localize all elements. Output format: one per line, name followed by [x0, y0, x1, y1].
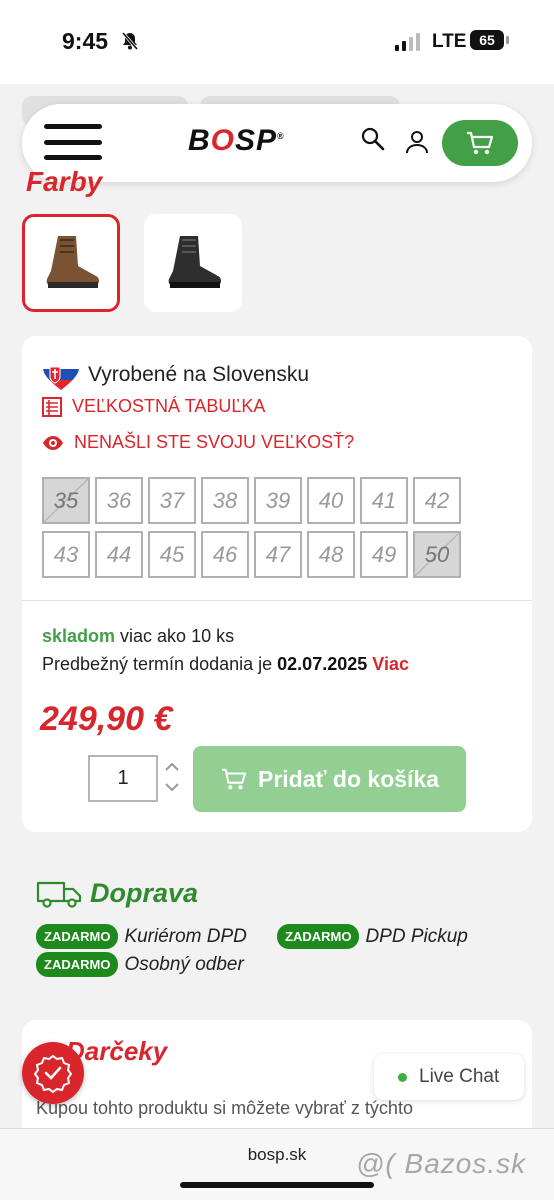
size-table-link[interactable]: Veľkostná tabuľka	[42, 396, 265, 417]
size-option[interactable]: 38	[201, 477, 249, 524]
bosp-logo[interactable]: BOSP®	[188, 124, 285, 158]
size-option[interactable]: 41	[360, 477, 408, 524]
chevron-down-icon[interactable]	[164, 782, 180, 792]
discount-badge-button[interactable]	[22, 1042, 84, 1104]
size-option[interactable]: 36	[95, 477, 143, 524]
delivery-date: 02.07.2025	[277, 654, 368, 674]
free-badge: ZADARMO	[277, 924, 360, 949]
size-grid: 35 36 37 38 39 40 41 42 43 44 45 46 47 48 49 50	[42, 477, 484, 578]
made-in-row: Vyrobené na Slovensku	[42, 358, 309, 392]
chevron-up-icon[interactable]	[164, 762, 180, 772]
size-option[interactable]: 40	[307, 477, 355, 524]
cart-icon	[467, 131, 494, 155]
stock-status: skladom	[42, 626, 116, 646]
add-to-cart-label: Pridať do košíka	[257, 765, 440, 792]
delivery-info: Predbežný termín dodania je 02.07.2025 V…	[42, 654, 409, 674]
size-option: 50	[413, 531, 461, 578]
black-boot-image	[168, 236, 221, 288]
user-icon[interactable]	[405, 130, 429, 154]
table-icon	[42, 396, 62, 417]
made-in-text: Vyrobené na Slovensku	[88, 363, 310, 386]
size-option[interactable]: 49	[360, 531, 408, 578]
cart-icon	[221, 768, 247, 790]
size-option[interactable]: 48	[307, 531, 355, 578]
search-icon[interactable]	[360, 126, 386, 152]
live-chat-label: Live Chat	[419, 1066, 500, 1087]
free-badge: ZADARMO	[36, 952, 119, 977]
status-time: 9:45	[62, 28, 109, 54]
gifts-text: Kúpou tohto produktu si môžete vybrať z …	[36, 1098, 413, 1118]
size-option[interactable]: 44	[95, 531, 143, 578]
stock-info: skladom viac ako 10 ks	[42, 626, 234, 647]
home-indicator[interactable]	[180, 1182, 374, 1188]
add-to-cart-button[interactable]: Pridať do košíka	[193, 746, 466, 812]
color-variant-black[interactable]	[144, 214, 242, 312]
product-price: 249,90 €	[40, 700, 173, 738]
bazos-watermark: @( Bazos.sk	[356, 1148, 527, 1179]
size-missing-label: Nenašli ste svoju veľkosť?	[74, 432, 355, 452]
cart-button[interactable]	[442, 120, 518, 166]
signal-icon	[395, 33, 420, 51]
discount-badge-icon	[33, 1054, 73, 1093]
shipping-option-courier: ZADARMO Kuriérom DPD	[36, 924, 247, 949]
size-option[interactable]: 46	[201, 531, 249, 578]
size-option[interactable]: 39	[254, 477, 302, 524]
size-option[interactable]: 45	[148, 531, 196, 578]
product-purchase-card: Vyrobené na Slovensku Veľkostná tabuľka …	[22, 336, 532, 832]
bell-muted-icon	[121, 32, 139, 50]
free-badge: ZADARMO	[36, 924, 119, 949]
stock-count: viac ako 10 ks	[115, 626, 235, 646]
live-chat-button[interactable]: Live Chat	[374, 1054, 524, 1100]
shipping-option-personal: ZADARMO Osobný odber	[36, 952, 244, 977]
shipping-option-pickup: ZADARMO DPD Pickup	[277, 924, 468, 949]
brown-boot-image	[46, 236, 99, 288]
battery-icon: 65	[470, 30, 504, 50]
slovak-heart-flag-icon	[43, 359, 79, 390]
delivery-more-link[interactable]: Viac	[372, 654, 409, 674]
size-option[interactable]: 37	[148, 477, 196, 524]
quantity-stepper[interactable]	[164, 762, 180, 792]
menu-icon[interactable]	[44, 124, 102, 160]
quantity-input[interactable]: 1	[88, 755, 158, 802]
colors-title: Farby	[26, 166, 103, 197]
size-option[interactable]: 42	[413, 477, 461, 524]
online-status-icon	[398, 1072, 407, 1082]
network-type: LTE	[432, 31, 467, 52]
color-variant-brown[interactable]	[22, 214, 120, 312]
eye-icon	[43, 435, 63, 450]
size-option: 35	[42, 477, 90, 524]
size-option[interactable]: 47	[254, 531, 302, 578]
delivery-truck-icon	[36, 881, 82, 908]
divider	[22, 600, 532, 601]
size-table-label: Veľkostná tabuľka	[72, 396, 266, 416]
size-missing-link[interactable]: Nenašli ste svoju veľkosť?	[42, 432, 354, 453]
shipping-title: Doprava	[36, 878, 198, 909]
battery-tip	[506, 36, 509, 44]
size-option[interactable]: 43	[42, 531, 90, 578]
status-bar: 9:45 LTE 65	[0, 0, 554, 84]
